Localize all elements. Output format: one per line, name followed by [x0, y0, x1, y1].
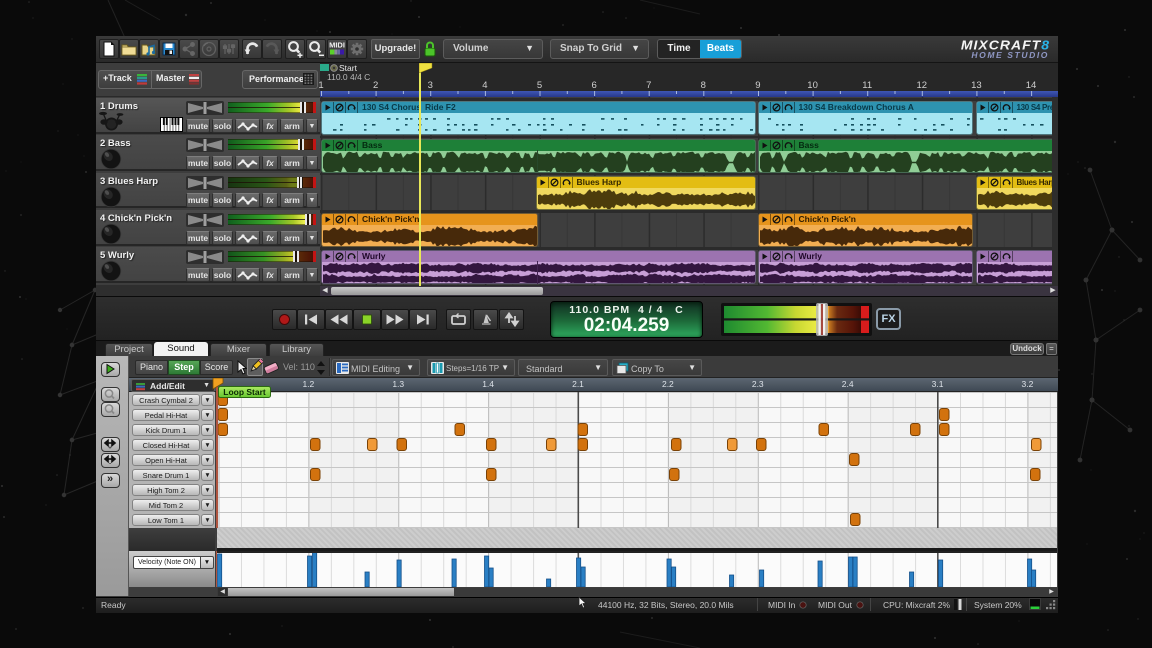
svg-text:MIDI: MIDI — [329, 41, 345, 50]
svg-text:+: + — [108, 446, 112, 451]
